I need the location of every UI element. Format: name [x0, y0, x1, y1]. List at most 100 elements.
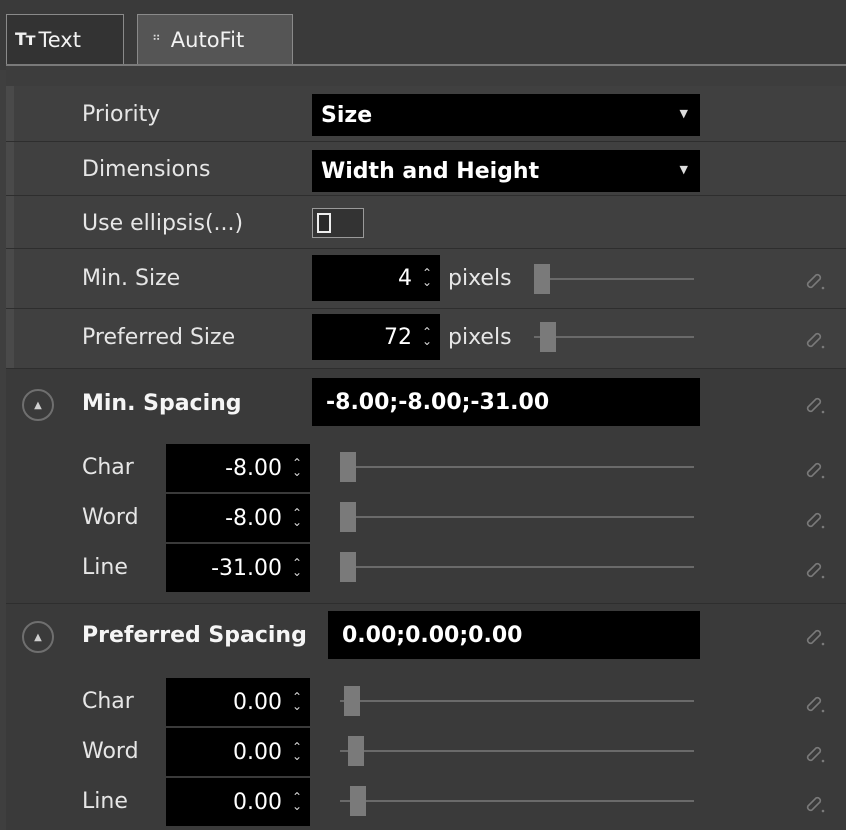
tab-autofit-label: AutoFit: [170, 27, 245, 52]
pref-char-value: 0.00: [233, 689, 282, 715]
min-size-slider[interactable]: [534, 264, 694, 294]
chevron-down-icon: ▼: [679, 107, 688, 121]
min-spacing-label: Min. Spacing: [82, 391, 242, 416]
slider-thumb[interactable]: [340, 502, 356, 532]
min-char-stepper[interactable]: -8.00 ⌃ ⌄: [166, 444, 310, 492]
preferred-size-slider[interactable]: [534, 322, 694, 352]
min-char-value: -8.00: [225, 455, 282, 481]
slider-thumb[interactable]: [540, 322, 556, 352]
link-icon[interactable]: [804, 458, 826, 480]
spinner-icon[interactable]: ⌃ ⌄: [292, 741, 302, 762]
pref-char-label: Char: [82, 689, 134, 714]
spinner-icon[interactable]: ⌃ ⌄: [292, 791, 302, 812]
min-line-label: Line: [82, 555, 128, 580]
pref-char-stepper[interactable]: 0.00 ⌃ ⌄: [166, 678, 310, 726]
priority-label: Priority: [82, 102, 161, 127]
dimensions-dropdown[interactable]: Width and Height ▼: [312, 150, 700, 192]
slider-track: [340, 566, 694, 568]
tab-autofit[interactable]: ⠛ AutoFit: [137, 14, 293, 64]
slider-track: [534, 278, 694, 280]
panel-header-strip: [6, 66, 846, 86]
slider-track: [340, 750, 694, 752]
min-word-slider[interactable]: [340, 502, 694, 532]
slider-thumb[interactable]: [340, 552, 356, 582]
link-icon[interactable]: [804, 692, 826, 714]
pref-word-label: Word: [82, 739, 139, 764]
spinner-icon[interactable]: ⌃ ⌄: [292, 457, 302, 478]
link-icon[interactable]: [804, 508, 826, 530]
spinner-icon[interactable]: ⌃ ⌄: [292, 557, 302, 578]
min-size-value: 4: [398, 265, 412, 291]
chevron-up-icon: ▲: [34, 631, 42, 643]
pref-line-value: 0.00: [233, 789, 282, 815]
row-divider: [6, 195, 846, 196]
ellipsis-label: Use ellipsis(...): [82, 211, 244, 236]
min-size-stepper[interactable]: 4 ⌃ ⌄: [312, 255, 440, 301]
pref-word-stepper[interactable]: 0.00 ⌃ ⌄: [166, 728, 310, 776]
min-size-units: pixels: [448, 266, 512, 291]
pref-line-slider[interactable]: [340, 786, 694, 816]
slider-track: [340, 516, 694, 518]
min-size-label: Min. Size: [82, 266, 181, 291]
link-icon[interactable]: [804, 328, 826, 350]
slider-thumb[interactable]: [534, 264, 550, 294]
min-line-value: -31.00: [211, 555, 282, 581]
slider-track: [340, 800, 694, 802]
chevron-up-icon: ▲: [34, 399, 42, 411]
collapse-preferred-spacing-button[interactable]: ▲: [22, 621, 54, 653]
preferred-spacing-field[interactable]: 0.00;0.00;0.00: [328, 611, 700, 659]
pref-line-stepper[interactable]: 0.00 ⌃ ⌄: [166, 778, 310, 826]
tab-bar: [0, 0, 846, 70]
priority-value: Size: [321, 102, 373, 128]
dimensions-label: Dimensions: [82, 157, 211, 182]
ellipsis-toggle[interactable]: [312, 208, 364, 238]
slider-thumb[interactable]: [340, 452, 356, 482]
min-spacing-field[interactable]: -8.00;-8.00;-31.00: [312, 378, 700, 426]
slider-thumb[interactable]: [348, 736, 364, 766]
min-word-label: Word: [82, 505, 139, 530]
min-char-label: Char: [82, 455, 134, 480]
preferred-spacing-value: 0.00;0.00;0.00: [342, 622, 523, 648]
link-icon[interactable]: [804, 625, 826, 647]
min-line-stepper[interactable]: -31.00 ⌃ ⌄: [166, 544, 310, 592]
min-word-stepper[interactable]: -8.00 ⌃ ⌄: [166, 494, 310, 542]
link-icon[interactable]: [804, 269, 826, 291]
link-icon[interactable]: [804, 558, 826, 580]
priority-dropdown[interactable]: Size ▼: [312, 94, 700, 136]
preferred-size-value: 72: [384, 324, 412, 350]
dimensions-value: Width and Height: [321, 158, 540, 184]
slider-thumb[interactable]: [344, 686, 360, 716]
preferred-size-units: pixels: [448, 325, 512, 350]
link-icon[interactable]: [804, 792, 826, 814]
min-char-slider[interactable]: [340, 452, 694, 482]
tab-text-label: Text: [38, 27, 81, 52]
row-divider: [6, 141, 846, 142]
row-divider: [6, 248, 846, 249]
slider-thumb[interactable]: [350, 786, 366, 816]
pref-char-slider[interactable]: [340, 686, 694, 716]
text-tab-icon: Tт: [15, 29, 35, 50]
autofit-tab-icon: ⠛: [152, 32, 161, 47]
min-spacing-value: -8.00;-8.00;-31.00: [326, 389, 550, 415]
spinner-icon[interactable]: ⌃ ⌄: [292, 691, 302, 712]
pref-word-value: 0.00: [233, 739, 282, 765]
collapse-min-spacing-button[interactable]: ▲: [22, 389, 54, 421]
min-line-slider[interactable]: [340, 552, 694, 582]
pref-word-slider[interactable]: [340, 736, 694, 766]
link-icon[interactable]: [804, 742, 826, 764]
link-icon[interactable]: [804, 393, 826, 415]
spinner-icon[interactable]: ⌃ ⌄: [422, 326, 432, 347]
preferred-spacing-label: Preferred Spacing: [82, 623, 307, 648]
preferred-size-stepper[interactable]: 72 ⌃ ⌄: [312, 314, 440, 360]
preferred-size-label: Preferred Size: [82, 325, 236, 350]
spinner-icon[interactable]: ⌃ ⌄: [292, 507, 302, 528]
pref-line-label: Line: [82, 789, 128, 814]
slider-track: [534, 336, 694, 338]
min-word-value: -8.00: [225, 505, 282, 531]
slider-track: [340, 700, 694, 702]
row-divider: [6, 308, 846, 309]
spinner-icon[interactable]: ⌃ ⌄: [422, 267, 432, 288]
toggle-knob: [317, 213, 331, 233]
slider-track: [340, 466, 694, 468]
tab-text[interactable]: Tт Text: [6, 14, 124, 64]
